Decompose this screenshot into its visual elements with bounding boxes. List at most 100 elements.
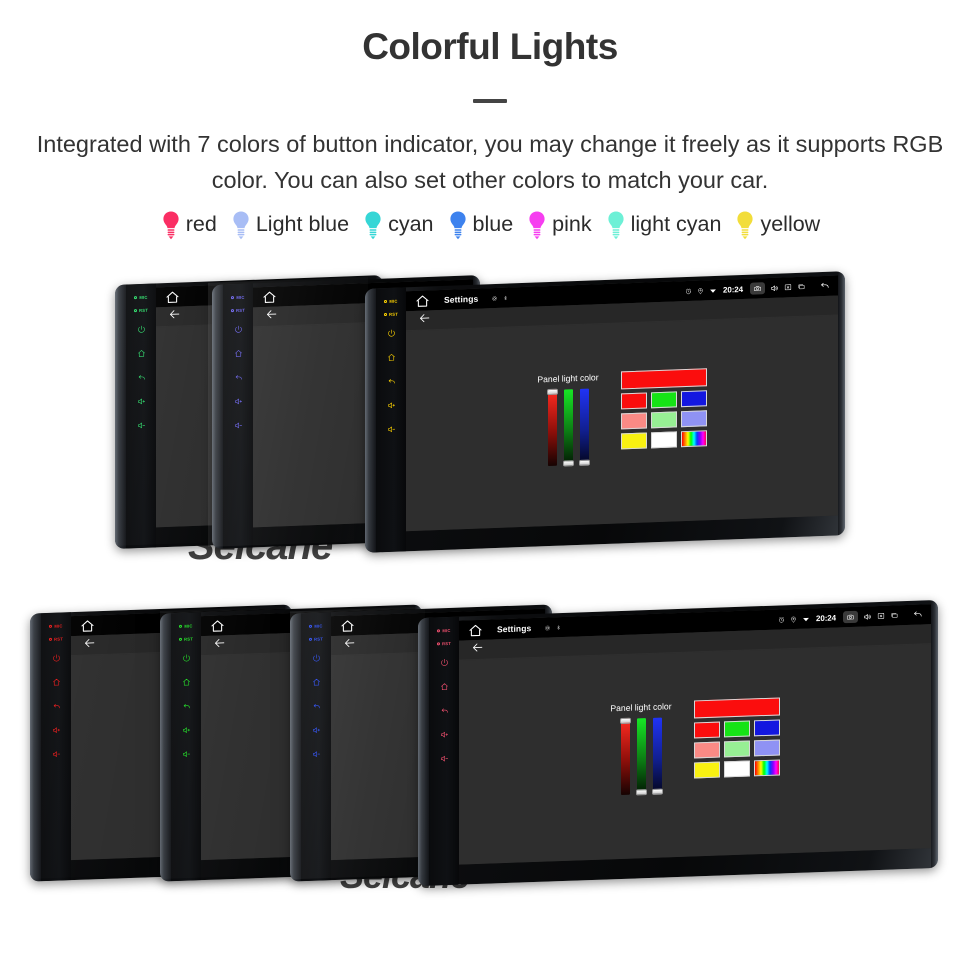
green-slider-thumb[interactable] <box>635 789 647 796</box>
back-arrow-icon[interactable] <box>418 311 431 329</box>
back-icon[interactable] <box>234 365 243 389</box>
volume-icon[interactable] <box>863 612 872 621</box>
swatch-light-blue[interactable] <box>680 410 707 428</box>
green-slider[interactable] <box>635 718 647 796</box>
device-top-3[interactable]: MIC RST Settings 20:24 Panel light color <box>365 271 845 553</box>
device-bottom-4[interactable]: MIC RST Settings 20:24 Panel light color <box>418 599 938 887</box>
rst-indicator[interactable]: RST <box>309 632 323 645</box>
power-icon[interactable] <box>52 646 61 670</box>
swatch-light-green[interactable] <box>723 740 750 758</box>
brightness-icon[interactable] <box>491 289 498 307</box>
volume-down-icon[interactable] <box>52 742 61 766</box>
bluetooth-icon[interactable] <box>503 289 508 307</box>
rst-indicator[interactable]: RST <box>49 632 63 645</box>
power-icon[interactable] <box>312 646 321 670</box>
rst-indicator[interactable]: RST <box>231 304 245 318</box>
volume-down-icon[interactable] <box>234 413 243 437</box>
swatch-red[interactable] <box>620 392 647 410</box>
volume-up-icon[interactable] <box>312 718 321 742</box>
red-slider[interactable] <box>619 717 631 796</box>
volume-up-icon[interactable] <box>234 389 243 413</box>
swatch-yellow[interactable] <box>693 761 720 779</box>
rst-indicator[interactable]: RST <box>134 304 148 318</box>
home-icon[interactable] <box>440 674 449 698</box>
green-slider[interactable] <box>562 389 574 467</box>
volume-up-icon[interactable] <box>387 393 396 417</box>
swatch-light-red[interactable] <box>693 741 720 759</box>
back-arrow-icon[interactable] <box>343 636 356 654</box>
home-icon[interactable] <box>337 618 358 634</box>
back-icon[interactable] <box>52 694 61 718</box>
back-arrow-icon[interactable] <box>818 281 831 291</box>
power-icon[interactable] <box>137 317 146 341</box>
volume-up-icon[interactable] <box>137 389 146 413</box>
close-box-icon[interactable] <box>784 283 792 291</box>
blue-slider-thumb[interactable] <box>651 788 663 795</box>
camera-icon[interactable] <box>843 610 858 624</box>
red-slider[interactable] <box>546 388 558 467</box>
home-icon[interactable] <box>387 345 396 369</box>
home-icon[interactable] <box>52 670 61 694</box>
power-icon[interactable] <box>234 317 243 341</box>
blue-slider[interactable] <box>651 717 663 795</box>
swatch-white[interactable] <box>723 760 750 778</box>
back-icon[interactable] <box>137 365 146 389</box>
volume-down-icon[interactable] <box>440 746 449 770</box>
home-icon[interactable] <box>259 289 280 305</box>
back-arrow-icon[interactable] <box>265 307 278 325</box>
volume-up-icon[interactable] <box>440 722 449 746</box>
swatch-green[interactable] <box>723 720 750 738</box>
rst-indicator[interactable]: RST <box>384 308 398 322</box>
blue-slider[interactable] <box>578 388 590 466</box>
color-preview[interactable] <box>693 697 780 719</box>
swatch-light-red[interactable] <box>620 412 647 430</box>
home-icon[interactable] <box>77 618 98 634</box>
close-box-icon[interactable] <box>877 612 885 620</box>
volume-down-icon[interactable] <box>312 742 321 766</box>
back-arrow-icon[interactable] <box>168 307 181 325</box>
recents-icon[interactable] <box>890 611 899 619</box>
volume-up-icon[interactable] <box>52 718 61 742</box>
green-slider-thumb[interactable] <box>562 460 574 467</box>
recents-icon[interactable] <box>797 283 806 291</box>
back-arrow-icon[interactable] <box>213 636 226 654</box>
rst-indicator[interactable]: RST <box>437 637 451 650</box>
volume-icon[interactable] <box>770 283 779 292</box>
power-icon[interactable] <box>440 650 449 674</box>
swatch-blue[interactable] <box>753 719 780 737</box>
brightness-icon[interactable] <box>544 618 551 636</box>
home-icon[interactable] <box>465 622 486 638</box>
swatch-white[interactable] <box>650 431 677 449</box>
rst-indicator[interactable]: RST <box>179 632 193 645</box>
swatch-light-blue[interactable] <box>753 739 780 757</box>
swatch-light-green[interactable] <box>650 411 677 429</box>
home-icon[interactable] <box>137 341 146 365</box>
back-arrow-icon[interactable] <box>911 609 924 619</box>
home-icon[interactable] <box>182 670 191 694</box>
home-icon[interactable] <box>234 341 243 365</box>
home-icon[interactable] <box>162 289 183 305</box>
back-icon[interactable] <box>182 694 191 718</box>
volume-down-icon[interactable] <box>137 413 146 437</box>
blue-slider-thumb[interactable] <box>578 459 590 466</box>
volume-down-icon[interactable] <box>387 417 396 441</box>
power-icon[interactable] <box>387 321 396 345</box>
back-icon[interactable] <box>387 369 396 393</box>
color-preview[interactable] <box>620 368 707 390</box>
red-slider-thumb[interactable] <box>619 717 631 725</box>
red-slider-thumb[interactable] <box>546 388 558 396</box>
power-icon[interactable] <box>182 646 191 670</box>
bluetooth-icon[interactable] <box>556 618 561 636</box>
camera-icon[interactable] <box>750 282 765 295</box>
back-arrow-icon[interactable] <box>471 640 484 658</box>
back-icon[interactable] <box>312 694 321 718</box>
swatch-rainbow[interactable] <box>680 430 707 448</box>
volume-up-icon[interactable] <box>182 718 191 742</box>
swatch-green[interactable] <box>650 391 677 409</box>
swatch-red[interactable] <box>693 721 720 739</box>
back-arrow-icon[interactable] <box>83 636 96 654</box>
swatch-yellow[interactable] <box>620 432 647 450</box>
volume-down-icon[interactable] <box>182 742 191 766</box>
swatch-blue[interactable] <box>680 390 707 408</box>
back-icon[interactable] <box>440 698 449 722</box>
